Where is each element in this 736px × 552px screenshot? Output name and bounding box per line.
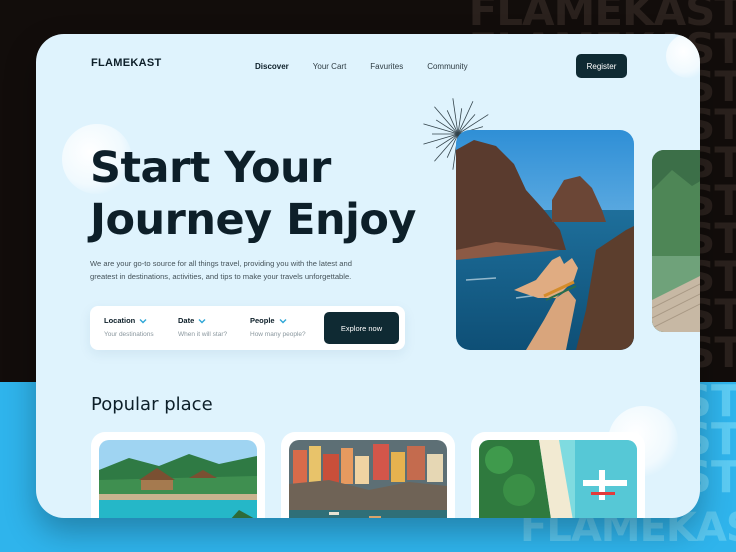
place-photo-coastal-town <box>289 440 447 518</box>
date-placeholder: When it will star? <box>178 331 228 338</box>
explore-now-button[interactable]: Explore now <box>324 312 399 344</box>
main-nav: Discover Your Cart Favurites Community <box>255 62 492 71</box>
location-field[interactable]: Location Your destinations <box>104 316 154 338</box>
location-placeholder: Your destinations <box>104 331 154 338</box>
place-card[interactable] <box>281 432 455 518</box>
location-label: Location <box>104 316 136 325</box>
people-label: People <box>250 316 275 325</box>
logo[interactable]: FLAMEKAST <box>91 57 162 69</box>
place-photo-resort <box>99 440 257 518</box>
hero-title: Start Your Journey Enjoy <box>90 143 416 245</box>
search-bar: Location Your destinations Date When it … <box>90 306 405 350</box>
place-card[interactable] <box>91 432 265 518</box>
register-button[interactable]: Register <box>576 54 627 78</box>
chevron-down-icon <box>139 318 147 323</box>
section-title-popular: Popular place <box>91 394 213 415</box>
place-card[interactable] <box>471 432 645 518</box>
nav-item-discover[interactable]: Discover <box>255 62 289 71</box>
decorative-blob <box>666 34 700 78</box>
place-photo-seaplane-beach <box>479 440 637 518</box>
nav-item-community[interactable]: Community <box>427 62 467 71</box>
chevron-down-icon <box>279 318 287 323</box>
date-field[interactable]: Date When it will star? <box>178 316 227 338</box>
nav-item-favourites[interactable]: Favurites <box>370 62 403 71</box>
nav-item-your-cart[interactable]: Your Cart <box>313 62 347 71</box>
side-photo-boat <box>652 150 700 332</box>
people-placeholder: How many people? <box>250 331 306 338</box>
hero-photo-cliffs <box>456 130 634 350</box>
chevron-down-icon <box>198 318 206 323</box>
people-field[interactable]: People How many people? <box>250 316 306 338</box>
date-label: Date <box>178 316 195 325</box>
hero-description: We are your go-to source for all things … <box>90 259 352 281</box>
landing-page-card: FLAMEKAST Discover Your Cart Favurites C… <box>36 34 700 518</box>
